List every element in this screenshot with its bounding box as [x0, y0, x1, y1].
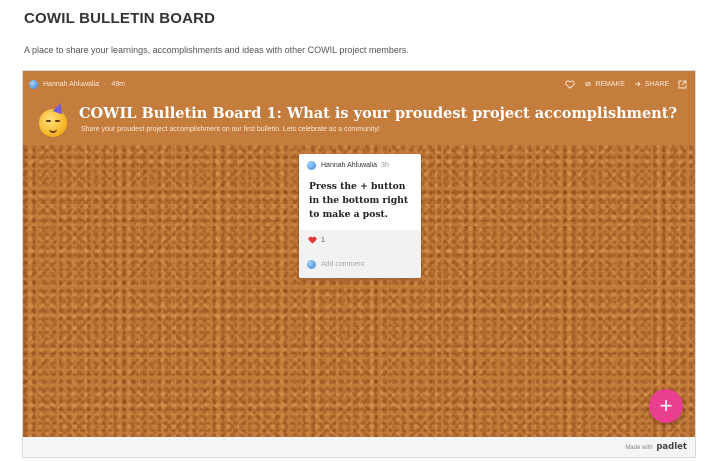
- made-with-padlet-link[interactable]: Made with padlet: [625, 442, 687, 452]
- partying-face-icon: [39, 101, 67, 137]
- post-like-button[interactable]: 1: [308, 236, 325, 244]
- remake-label: REMAKE: [595, 80, 625, 88]
- comment-placeholder: Add comment: [321, 261, 365, 268]
- board-subtitle: Share your proudest project accomplishme…: [81, 126, 380, 133]
- globe-icon: [29, 79, 38, 89]
- post-footer: 1 Add comment: [299, 230, 421, 278]
- heart-icon: [308, 236, 317, 244]
- share-label: SHARE: [644, 80, 669, 88]
- embed-footer: Made with padlet: [23, 437, 695, 457]
- commenter-avatar: [307, 260, 316, 269]
- board-title: COWIL Bulletin Board 1: What is your pro…: [79, 105, 677, 122]
- topbar-actions: REMAKE SHARE: [565, 80, 687, 89]
- avatar: [307, 161, 316, 170]
- page-description: A place to share your learnings, accompl…: [24, 45, 409, 55]
- post-author-name: Hannah Ahluwalia: [321, 162, 378, 169]
- remake-button[interactable]: REMAKE: [584, 80, 625, 88]
- remake-icon: [585, 81, 592, 87]
- board-author-name: Hannah Ahluwalia: [43, 80, 100, 88]
- heart-outline-icon: [565, 80, 575, 89]
- like-board-button[interactable]: [565, 80, 575, 89]
- external-link-icon: [678, 80, 687, 88]
- padlet-embed: Hannah Ahluwalia · 49m REMAKE SHARE COWI…: [22, 70, 696, 458]
- board-author[interactable]: Hannah Ahluwalia · 49m: [29, 79, 126, 89]
- post-author: Hannah Ahluwalia 3h: [307, 161, 389, 170]
- share-icon: [634, 81, 641, 87]
- post-time: 3h: [381, 162, 389, 169]
- add-post-button[interactable]: +: [649, 389, 683, 423]
- padlet-logo: padlet: [656, 442, 687, 452]
- page-title: COWIL BULLETIN BOARD: [24, 10, 216, 27]
- board-header: COWIL Bulletin Board 1: What is your pro…: [23, 97, 695, 145]
- made-with-text: Made with: [625, 445, 653, 451]
- post-body: Press the + button in the bottom right t…: [309, 181, 409, 220]
- like-count: 1: [321, 236, 325, 244]
- open-external-button[interactable]: [678, 80, 687, 89]
- separator-dot: ·: [104, 80, 107, 88]
- board-time: 49m: [111, 80, 126, 88]
- post-card[interactable]: Hannah Ahluwalia 3h Press the + button i…: [299, 154, 421, 278]
- add-comment-field[interactable]: Add comment: [307, 260, 364, 269]
- padlet-topbar: Hannah Ahluwalia · 49m REMAKE SHARE: [23, 71, 695, 97]
- share-button[interactable]: SHARE: [634, 80, 669, 88]
- cork-board-canvas: Hannah Ahluwalia 3h Press the + button i…: [23, 145, 695, 437]
